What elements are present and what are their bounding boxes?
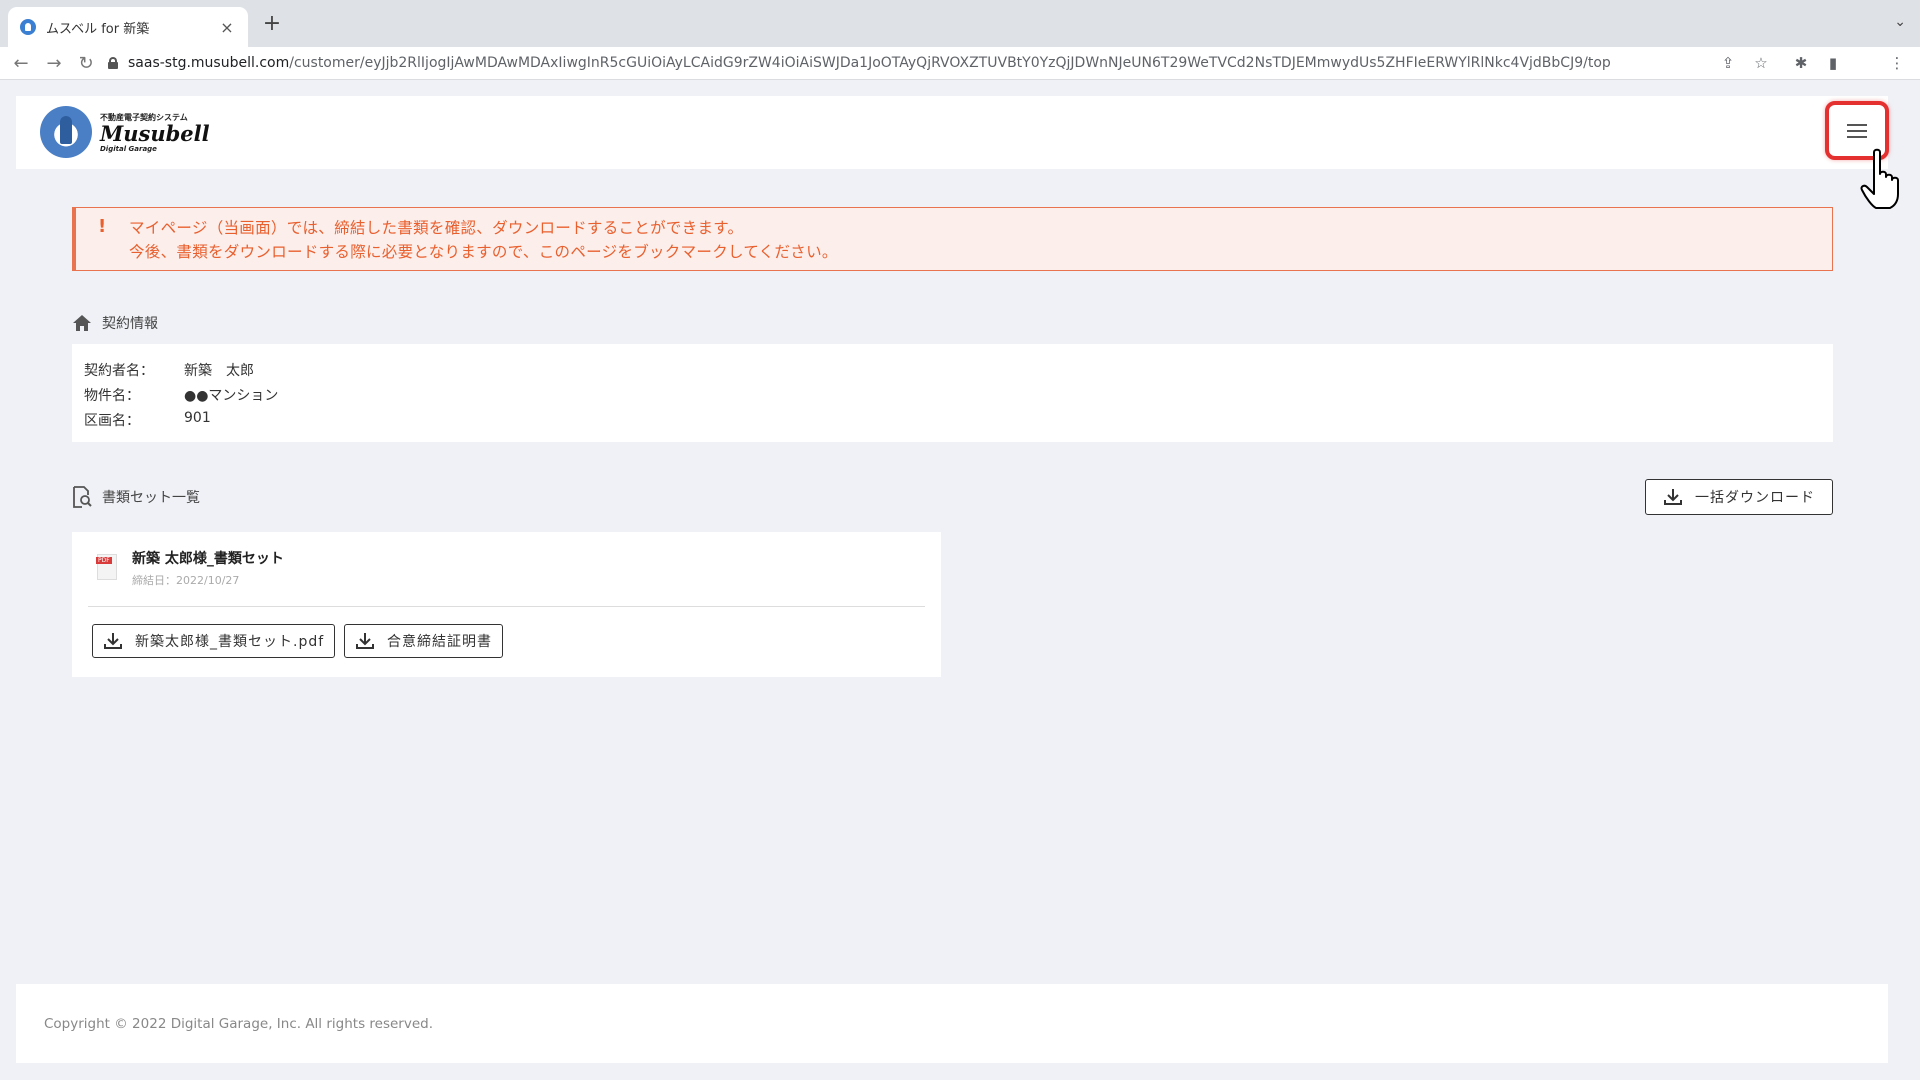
extensions-icon[interactable]: ✱ xyxy=(1791,53,1811,73)
url-path: /customer/eyJjb2RlIjogIjAwMDAwMDAxIiwgIn… xyxy=(289,55,1611,71)
download-pdf-label: 新築太郎様_書類セット.pdf xyxy=(135,634,325,650)
logo-name: Musubell xyxy=(100,120,210,146)
contractor-label: 契約者名： xyxy=(84,363,154,379)
alert-text-line-1: マイページ（当画面）では、締結した書類を確認、ダウンロードすることができます。 xyxy=(129,219,744,237)
download-pdf-button[interactable]: 新築太郎様_書類セット.pdf xyxy=(92,624,336,658)
info-row-property: 物件名： ●●マンション xyxy=(84,385,278,405)
info-row-unit: 区画名： 901 xyxy=(84,410,211,430)
contractor-value: 新築 太郎 xyxy=(184,363,254,379)
contract-info-heading: 契約情報 xyxy=(72,313,158,333)
contract-info-title: 契約情報 xyxy=(102,316,158,332)
document-set-date: 締結日：2022/10/27 xyxy=(132,574,240,587)
logo-company: Digital Garage xyxy=(100,144,157,153)
tab-title: ムスベル for 新築 xyxy=(46,21,150,37)
favicon-icon xyxy=(20,19,36,35)
url-host: saas-stg.musubell.com xyxy=(128,55,290,71)
bookmark-star-icon[interactable]: ☆ xyxy=(1751,53,1771,73)
download-icon xyxy=(104,633,122,649)
bulk-download-label: 一括ダウンロード xyxy=(1695,490,1815,506)
address-bar: ← → ↻ saas-stg.musubell.com/customer/eyJ… xyxy=(0,47,1920,80)
hand-cursor-icon xyxy=(1860,148,1899,209)
app-header: 不動産電子契約システム Musubell Digital Garage xyxy=(16,96,1888,169)
logo-mark-icon xyxy=(40,106,92,158)
browser-tab[interactable]: ムスベル for 新築 × xyxy=(8,7,248,47)
browser-menu-icon[interactable]: ⋮ xyxy=(1887,53,1907,73)
share-icon[interactable]: ⇪ xyxy=(1718,53,1738,73)
download-certificate-button[interactable]: 合意締結証明書 xyxy=(344,624,503,658)
lock-icon xyxy=(108,57,118,69)
musubell-logo[interactable]: 不動産電子契約システム Musubell Digital Garage xyxy=(40,106,210,158)
bulk-download-button[interactable]: 一括ダウンロード xyxy=(1645,479,1833,515)
tab-search-icon[interactable]: ⌄ xyxy=(1894,14,1906,30)
property-value: ●●マンション xyxy=(184,388,279,404)
document-list-heading: 書類セット一覧 xyxy=(72,486,200,508)
download-certificate-label: 合意締結証明書 xyxy=(387,634,492,650)
url-field[interactable]: saas-stg.musubell.com/customer/eyJjb2RlI… xyxy=(108,49,1738,77)
browser-tab-bar: ムスベル for 新築 × + ⌄ xyxy=(0,0,1920,47)
forward-icon[interactable]: → xyxy=(43,53,65,75)
document-list-title: 書類セット一覧 xyxy=(102,490,200,506)
contract-info-card: 契約者名： 新築 太郎 物件名： ●●マンション 区画名： 901 xyxy=(72,344,1833,442)
download-icon xyxy=(1664,489,1682,505)
pdf-file-icon xyxy=(96,554,117,580)
unit-label: 区画名： xyxy=(84,413,140,429)
bookmark-notice-alert: ! マイページ（当画面）では、締結した書類を確認、ダウンロードすることができます… xyxy=(72,207,1833,271)
info-row-contractor: 契約者名： 新築 太郎 xyxy=(84,360,254,380)
alert-text-line-2: 今後、書類をダウンロードする際に必要となりますので、このページをブックマークして… xyxy=(129,243,838,261)
document-search-icon xyxy=(73,486,92,508)
footer: Copyright © 2022 Digital Garage, Inc. Al… xyxy=(16,984,1888,1063)
back-icon[interactable]: ← xyxy=(10,53,32,75)
hamburger-icon xyxy=(1847,123,1867,138)
alert-icon: ! xyxy=(98,216,107,237)
property-label: 物件名： xyxy=(84,388,140,404)
divider xyxy=(88,606,925,607)
document-set-title: 新築 太郎様_書類セット xyxy=(132,551,284,567)
unit-value: 901 xyxy=(184,410,211,426)
side-panel-icon[interactable]: ▮ xyxy=(1823,53,1843,73)
copyright-text: Copyright © 2022 Digital Garage, Inc. Al… xyxy=(44,1016,434,1032)
home-icon xyxy=(73,315,91,331)
download-icon xyxy=(356,633,374,649)
document-set-card: 新築 太郎様_書類セット 締結日：2022/10/27 新築太郎様_書類セット.… xyxy=(72,532,941,677)
tab-close-icon[interactable]: × xyxy=(218,18,236,37)
new-tab-button[interactable]: + xyxy=(260,12,284,36)
reload-icon[interactable]: ↻ xyxy=(75,53,97,75)
